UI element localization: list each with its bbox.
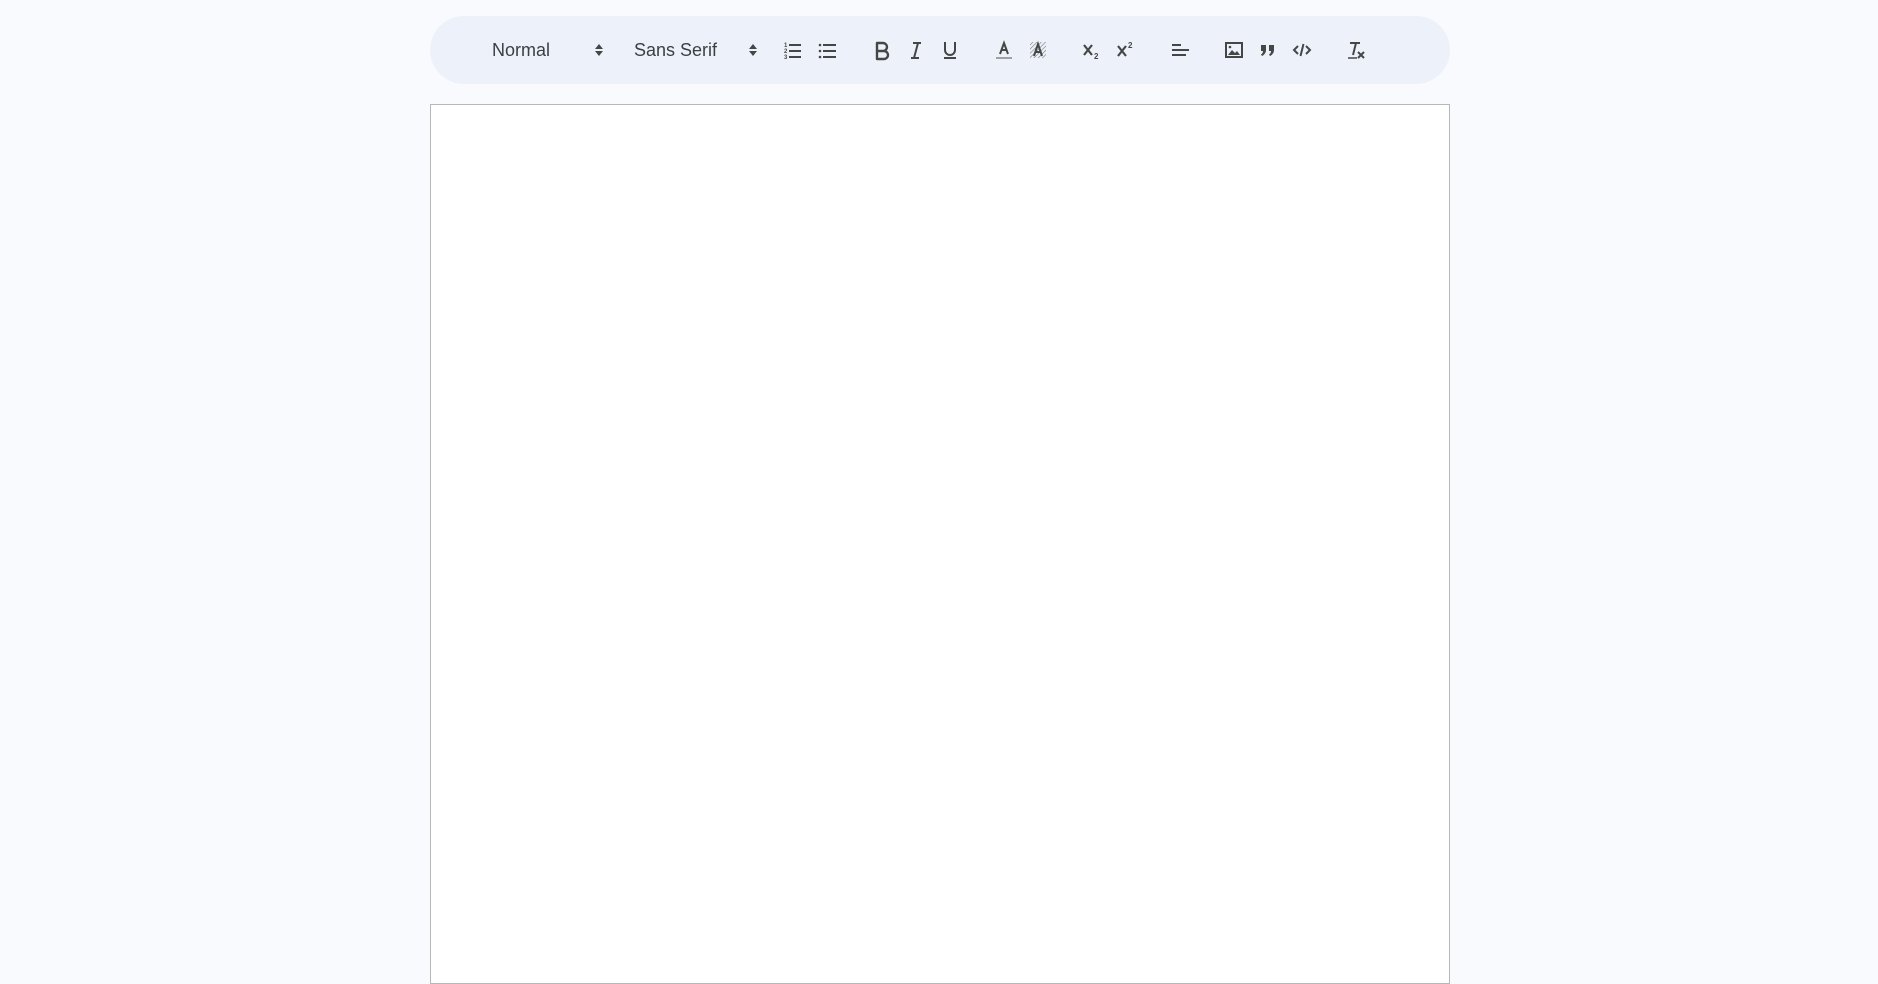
clear-formatting-button[interactable] (1342, 16, 1370, 84)
background-color-button[interactable] (1024, 16, 1052, 84)
image-icon (1225, 42, 1243, 58)
subscript-button[interactable]: 2 (1078, 16, 1106, 84)
bold-button[interactable] (868, 16, 896, 84)
italic-icon (911, 42, 921, 59)
text-color-icon (996, 40, 1012, 59)
header-picker-label: Normal (492, 39, 551, 60)
bullet-list-icon (818, 43, 836, 59)
blockquote-button[interactable] (1254, 16, 1282, 84)
editor-toolbar: Normal Sans Serif 1 2 3 2 2 (430, 16, 1450, 84)
ordered-list-button[interactable]: 1 2 3 (780, 16, 808, 84)
editor-container (430, 104, 1450, 984)
font-picker-label: Sans Serif (634, 39, 718, 60)
font-picker[interactable]: Sans Serif (634, 16, 758, 84)
underline-icon (944, 42, 956, 59)
svg-text:3: 3 (784, 55, 788, 61)
align-left-icon (1172, 44, 1189, 56)
background-color-icon (1030, 40, 1046, 58)
bullet-list-button[interactable] (814, 16, 842, 84)
clear-formatting-icon (1348, 42, 1365, 59)
align-button[interactable] (1166, 16, 1194, 84)
up-down-arrows-icon (749, 44, 757, 56)
code-block-button[interactable] (1288, 16, 1316, 84)
up-down-arrows-icon (595, 44, 603, 56)
editor-text-area[interactable] (431, 105, 1449, 983)
code-icon (1292, 43, 1312, 57)
superscript-button[interactable]: 2 (1112, 16, 1140, 84)
superscript-icon: 2 (1117, 41, 1133, 57)
svg-text:2: 2 (1128, 41, 1133, 50)
subscript-icon: 2 (1083, 44, 1099, 61)
blockquote-icon (1261, 45, 1274, 56)
text-color-button[interactable] (990, 16, 1018, 84)
image-button[interactable] (1220, 16, 1248, 84)
svg-text:2: 2 (1094, 52, 1099, 61)
bold-icon (875, 41, 890, 61)
italic-button[interactable] (902, 16, 930, 84)
underline-button[interactable] (936, 16, 964, 84)
ordered-list-icon: 1 2 3 (784, 43, 801, 61)
header-picker[interactable]: Normal (492, 16, 604, 84)
